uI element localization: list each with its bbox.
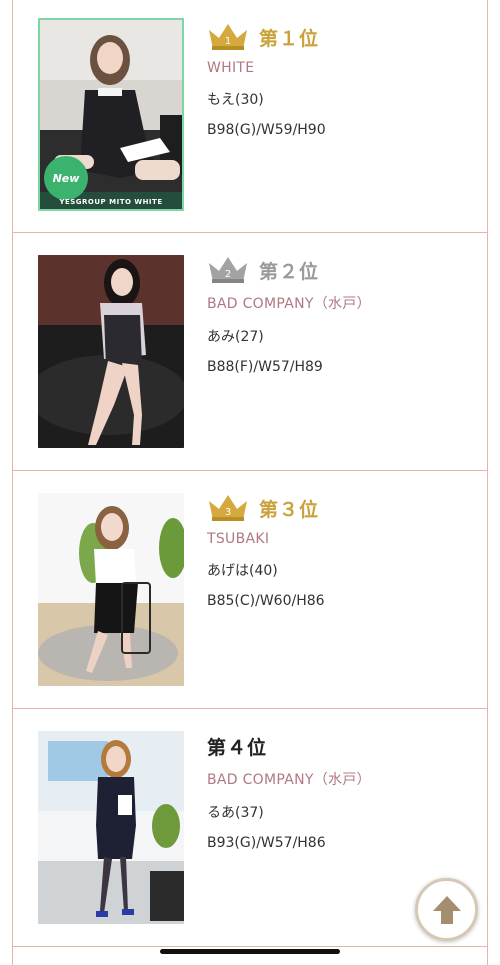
- rank-label: 第３位: [259, 498, 320, 521]
- gold-crown-icon: 1: [209, 24, 247, 50]
- cast-measurements: B98(G)/W59/H90: [207, 122, 326, 138]
- shop-name-link[interactable]: TSUBAKI: [207, 531, 477, 547]
- ranking-list: New YESGROUP MITO WHITE 1 第１位 WHITE もえ(3…: [12, 0, 488, 965]
- ranking-card-2[interactable]: 2 第２位 BAD COMPANY（水戸） あみ(27) B88(F)/W57/…: [13, 233, 487, 471]
- rank-label: 第４位: [207, 736, 268, 759]
- cast-name: あげは(40): [207, 563, 278, 579]
- cast-measurements: B88(F)/W57/H89: [207, 359, 323, 375]
- cast-photo[interactable]: New YESGROUP MITO WHITE: [38, 18, 184, 211]
- cast-name: あみ(27): [207, 329, 264, 345]
- shop-name-link[interactable]: BAD COMPANY（水戸）: [207, 293, 477, 313]
- new-badge-icon: New: [44, 156, 88, 200]
- rank-heading: 第４位: [207, 729, 477, 763]
- svg-text:2: 2: [225, 269, 231, 280]
- svg-text:3: 3: [225, 507, 231, 518]
- home-indicator[interactable]: [160, 949, 340, 954]
- cast-photo[interactable]: [38, 493, 184, 686]
- shop-name-link[interactable]: WHITE: [207, 60, 477, 76]
- scroll-top-button[interactable]: [415, 878, 478, 941]
- svg-text:1: 1: [225, 36, 231, 47]
- ranking-info: 2 第２位 BAD COMPANY（水戸） あみ(27) B88(F)/W57/…: [207, 253, 477, 375]
- rank-heading: 2 第２位: [207, 253, 477, 287]
- cast-photo[interactable]: [38, 731, 184, 924]
- bronze-crown-icon: 3: [209, 495, 247, 521]
- rank-label: 第２位: [259, 260, 320, 283]
- rank-heading: 3 第３位: [207, 491, 477, 525]
- rank-label: 第１位: [259, 27, 320, 50]
- new-badge-label: New: [52, 171, 80, 185]
- ranking-info: 3 第３位 TSUBAKI あげは(40) B85(C)/W60/H86: [207, 491, 477, 609]
- ranking-card-3[interactable]: 3 第３位 TSUBAKI あげは(40) B85(C)/W60/H86: [13, 471, 487, 709]
- photo-caption: YESGROUP MITO WHITE: [59, 198, 163, 206]
- cast-name: もえ(30): [207, 92, 264, 108]
- arrow-up-icon: [432, 895, 461, 924]
- ranking-info: 第４位 BAD COMPANY（水戸） るあ(37) B93(G)/W57/H8…: [207, 729, 477, 852]
- rank-heading: 1 第１位: [207, 20, 477, 54]
- silver-crown-icon: 2: [209, 257, 247, 283]
- ranking-info: 1 第１位 WHITE もえ(30) B98(G)/W59/H90: [207, 20, 477, 138]
- cast-name: るあ(37): [207, 805, 264, 821]
- ranking-card-1[interactable]: New YESGROUP MITO WHITE 1 第１位 WHITE もえ(3…: [13, 0, 487, 233]
- shop-name-link[interactable]: BAD COMPANY（水戸）: [207, 769, 477, 789]
- cast-measurements: B85(C)/W60/H86: [207, 593, 325, 609]
- cast-photo[interactable]: [38, 255, 184, 448]
- cast-measurements: B93(G)/W57/H86: [207, 835, 326, 851]
